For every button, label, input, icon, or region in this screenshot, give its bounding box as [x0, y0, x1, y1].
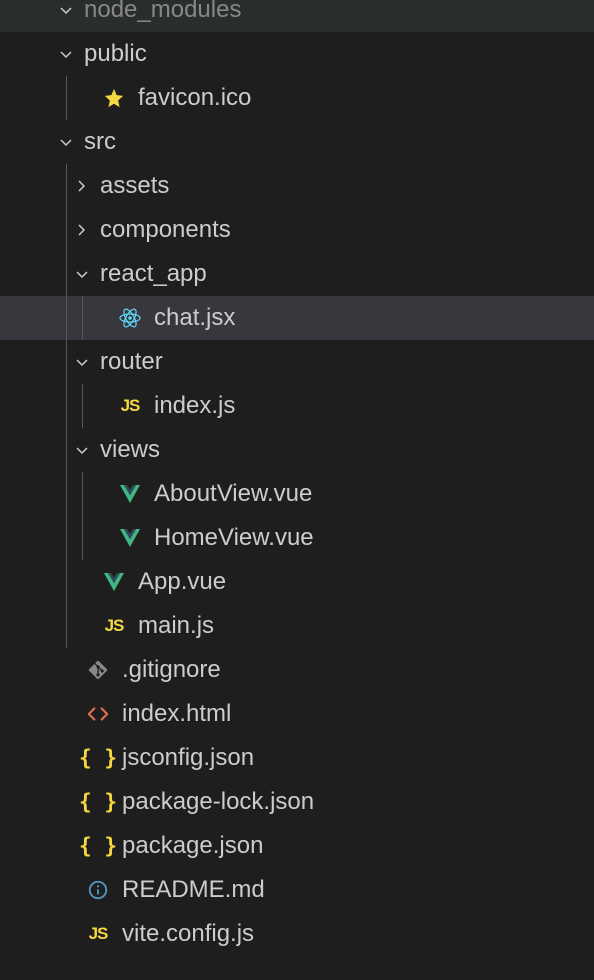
react-icon	[116, 304, 144, 332]
chevron-down-icon[interactable]	[68, 348, 96, 376]
file-item[interactable]: { } jsconfig.json	[0, 736, 594, 780]
tree-item-label: index.html	[122, 700, 231, 728]
folder-item[interactable]: node_modules	[0, 0, 594, 32]
file-item[interactable]: JS index.js	[0, 384, 594, 428]
json-icon: { }	[84, 788, 112, 816]
tree-item-label: package-lock.json	[122, 788, 314, 816]
tree-item-label: router	[100, 348, 163, 376]
git-icon	[84, 656, 112, 684]
chevron-down-icon[interactable]	[68, 436, 96, 464]
file-item[interactable]: AboutView.vue	[0, 472, 594, 516]
folder-item[interactable]: components	[0, 208, 594, 252]
chevron-down-icon[interactable]	[52, 0, 80, 24]
file-item[interactable]: chat.jsx	[0, 296, 594, 340]
tree-item-label: favicon.ico	[138, 84, 251, 112]
js-icon: JS	[116, 392, 144, 420]
json-icon: { }	[84, 744, 112, 772]
folder-item[interactable]: assets	[0, 164, 594, 208]
tree-item-label: HomeView.vue	[154, 524, 314, 552]
folder-item[interactable]: react_app	[0, 252, 594, 296]
js-icon: JS	[84, 920, 112, 948]
chevron-down-icon[interactable]	[68, 260, 96, 288]
folder-item[interactable]: src	[0, 120, 594, 164]
file-item[interactable]: HomeView.vue	[0, 516, 594, 560]
info-icon	[84, 876, 112, 904]
file-item[interactable]: { } package-lock.json	[0, 780, 594, 824]
vue-icon	[100, 568, 128, 596]
tree-item-label: AboutView.vue	[154, 480, 312, 508]
vue-icon	[116, 480, 144, 508]
tree-item-label: src	[84, 128, 116, 156]
file-item[interactable]: JS vite.config.js	[0, 912, 594, 956]
folder-item[interactable]: router	[0, 340, 594, 384]
chevron-down-icon[interactable]	[52, 128, 80, 156]
tree-item-label: main.js	[138, 612, 214, 640]
tree-item-label: assets	[100, 172, 169, 200]
folder-item[interactable]: views	[0, 428, 594, 472]
file-item[interactable]: { } package.json	[0, 824, 594, 868]
chevron-down-icon[interactable]	[52, 40, 80, 68]
file-item[interactable]: .gitignore	[0, 648, 594, 692]
tree-item-label: views	[100, 436, 160, 464]
tree-item-label: App.vue	[138, 568, 226, 596]
chevron-right-icon[interactable]	[68, 172, 96, 200]
tree-item-label: react_app	[100, 260, 207, 288]
html-icon	[84, 700, 112, 728]
tree-item-label: package.json	[122, 832, 263, 860]
star-icon	[100, 84, 128, 112]
folder-item[interactable]: public	[0, 32, 594, 76]
file-item[interactable]: favicon.ico	[0, 76, 594, 120]
file-item[interactable]: README.md	[0, 868, 594, 912]
tree-item-label: .gitignore	[122, 656, 221, 684]
tree-item-label: public	[84, 40, 147, 68]
json-icon: { }	[84, 832, 112, 860]
file-tree: node_modulespublic favicon.ico src assets co…	[0, 0, 594, 956]
vue-icon	[116, 524, 144, 552]
js-icon: JS	[100, 612, 128, 640]
file-item[interactable]: index.html	[0, 692, 594, 736]
chevron-right-icon[interactable]	[68, 216, 96, 244]
tree-item-label: vite.config.js	[122, 920, 254, 948]
tree-item-label: chat.jsx	[154, 304, 235, 332]
tree-item-label: jsconfig.json	[122, 744, 254, 772]
tree-item-label: README.md	[122, 876, 265, 904]
tree-item-label: index.js	[154, 392, 235, 420]
tree-item-label: node_modules	[84, 0, 241, 24]
file-item[interactable]: App.vue	[0, 560, 594, 604]
tree-item-label: components	[100, 216, 231, 244]
file-item[interactable]: JS main.js	[0, 604, 594, 648]
